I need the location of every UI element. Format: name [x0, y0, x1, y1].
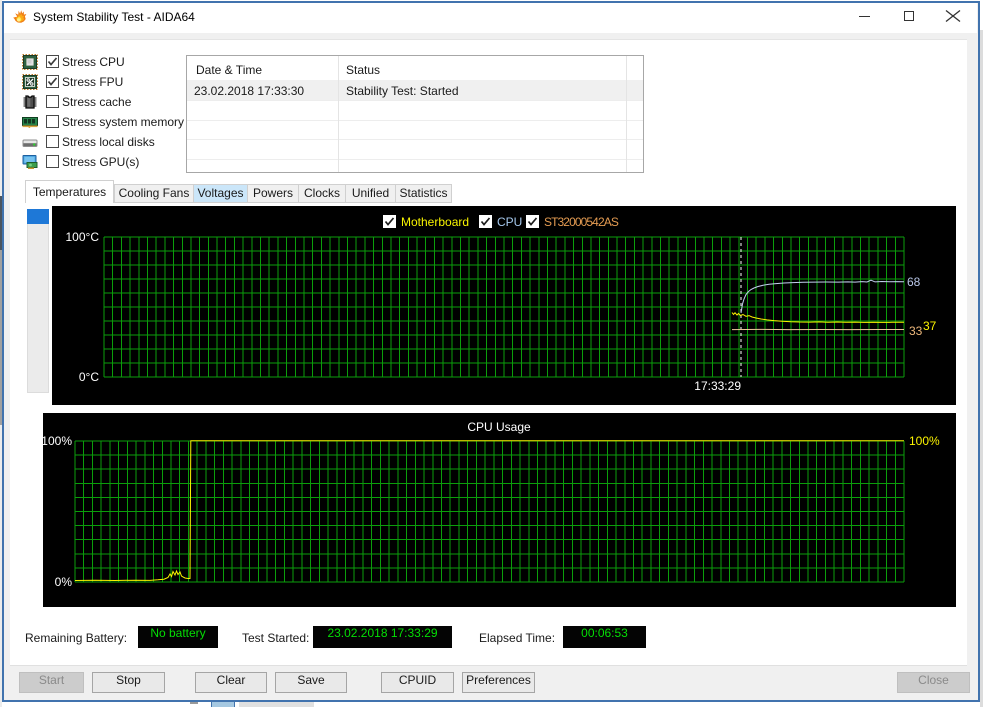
svg-text:100°C: 100°C: [66, 230, 100, 244]
svg-text:ST32000542AS: ST32000542AS: [544, 215, 619, 229]
svg-text:100%: 100%: [909, 434, 940, 448]
svg-text:33: 33: [909, 324, 923, 338]
svg-text:17:33:29: 17:33:29: [694, 379, 741, 393]
svg-text:68: 68: [907, 275, 921, 289]
svg-text:CPU Usage: CPU Usage: [467, 420, 531, 434]
svg-text:0%: 0%: [55, 575, 73, 589]
svg-text:0°C: 0°C: [79, 370, 99, 384]
svg-text:CPU: CPU: [497, 215, 522, 229]
svg-text:Motherboard: Motherboard: [401, 215, 469, 229]
svg-text:37: 37: [923, 319, 937, 333]
svg-text:100%: 100%: [43, 434, 72, 448]
